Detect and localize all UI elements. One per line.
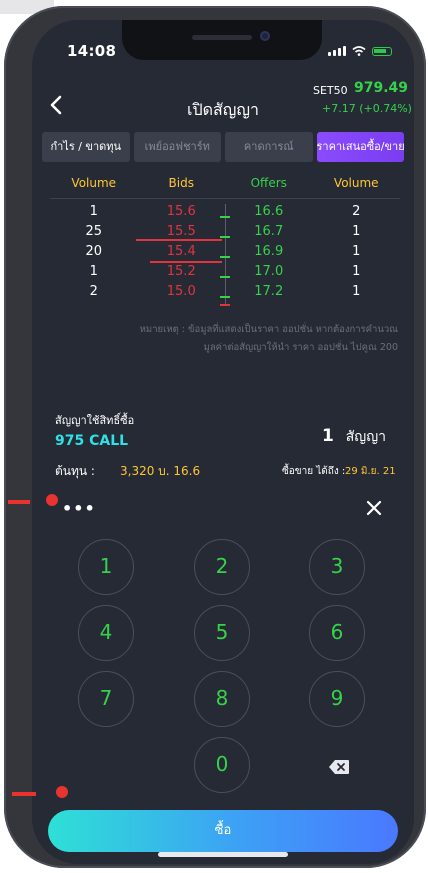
keypad-key-3[interactable]: 3 <box>309 539 365 595</box>
status-icons <box>328 46 392 56</box>
keypad-key-2[interactable]: 2 <box>194 539 250 595</box>
index-change: +7.17 (+0.74%) <box>322 102 412 115</box>
bid-volume: 1 <box>89 204 98 219</box>
price-tick-marker <box>220 296 230 298</box>
orderbook-header: Volume Bids Offers Volume <box>50 176 400 199</box>
note-line-1: หมายเหตุ : ข้อมูลที่แสดงเป็นราคา ออปชั่น… <box>139 324 398 335</box>
bid-volume: 1 <box>89 264 98 279</box>
orderbook-row[interactable]: 1 15.2 17.0 1 <box>50 262 400 282</box>
price-tick-marker <box>220 304 230 306</box>
bid-price[interactable]: 15.4 <box>138 242 226 262</box>
cost-value: 3,320 บ. 16.6 <box>120 464 201 478</box>
battery-icon <box>372 46 392 56</box>
bid-price[interactable]: 15.0 <box>138 282 226 302</box>
bid-price[interactable]: 15.6 <box>138 202 226 222</box>
tab-bar: กำไร / ขาดทุน เพย์ออฟชาร์ท คาดการณ์ ราคา… <box>42 132 404 162</box>
expiry-label: ซื้อขาย ได้ถึง : <box>282 466 346 477</box>
index-name: SET50 <box>313 84 348 97</box>
keypad-key-6[interactable]: 6 <box>309 605 365 661</box>
price-tick-marker <box>220 236 230 238</box>
contract-quantity: 1 สัญญา <box>322 426 386 448</box>
offer-volume: 1 <box>352 264 361 279</box>
status-time: 14:08 <box>67 42 117 60</box>
bid-price[interactable]: 15.2 <box>138 262 226 282</box>
bid-volume: 2 <box>89 284 98 299</box>
annotation-marker-dot <box>56 786 68 798</box>
orderbook-row[interactable]: 25 15.5 16.7 1 <box>50 222 400 242</box>
disclaimer-note: หมายเหตุ : ข้อมูลที่แสดงเป็นราคา ออปชั่น… <box>52 321 398 357</box>
cost-label: ต้นทุน : <box>55 464 95 478</box>
more-dots-icon[interactable]: ••• <box>62 499 96 518</box>
annotation-marker-dot <box>46 494 58 506</box>
keypad-key-5[interactable]: 5 <box>194 605 250 661</box>
close-icon[interactable] <box>365 499 383 517</box>
offer-volume: 1 <box>352 284 361 299</box>
price-tick-marker <box>220 276 230 278</box>
offer-price[interactable]: 16.9 <box>225 242 313 262</box>
keypad-key-1[interactable]: 1 <box>78 539 134 595</box>
quantity-number: 1 <box>322 426 334 446</box>
bid-volume: 20 <box>85 244 103 259</box>
annotation-marker-line <box>12 792 36 796</box>
offer-price[interactable]: 16.7 <box>225 222 313 242</box>
tab-payoff-chart[interactable]: เพย์ออฟชาร์ท <box>133 132 221 162</box>
camera-icon <box>260 31 270 41</box>
speaker-grille <box>192 35 252 40</box>
contract-type-label: สัญญาใช้สิทธิ์ซื้อ <box>55 414 135 427</box>
offer-volume: 2 <box>352 204 361 219</box>
offer-price[interactable]: 16.6 <box>225 202 313 222</box>
offer-price[interactable]: 17.0 <box>225 262 313 282</box>
orderbook-row[interactable]: 2 15.0 17.2 1 <box>50 282 400 302</box>
bid-volume: 25 <box>85 224 103 239</box>
offer-volume: 1 <box>352 244 361 259</box>
keypad-key-4[interactable]: 4 <box>78 605 134 661</box>
keypad-key-7[interactable]: 7 <box>78 671 134 727</box>
backspace-icon[interactable] <box>328 759 350 775</box>
keypad-key-9[interactable]: 9 <box>309 671 365 727</box>
tab-bid-offer[interactable]: ราคาเสนอซื้อ/ขาย <box>316 132 404 162</box>
app-screen: 14:08 เปิดสัญญา SET50 979.49 +7.17 (+0.7… <box>32 20 414 864</box>
bid-strike-line <box>136 239 222 241</box>
header-offers: Offers <box>250 176 287 190</box>
keypad-key-8[interactable]: 8 <box>194 671 250 727</box>
price-tick-marker <box>220 256 230 258</box>
home-indicator[interactable] <box>158 852 288 857</box>
header-volume-right: Volume <box>333 176 379 190</box>
quantity-unit: สัญญา <box>345 429 387 445</box>
buy-button[interactable]: ซื้อ <box>48 810 398 852</box>
orderbook-row[interactable]: 1 15.6 16.6 2 <box>50 202 400 222</box>
annotation-marker-line <box>8 500 30 504</box>
phone-notch <box>122 20 322 60</box>
note-line-2: มูลค่าต่อสัญญาให้นำ ราคา ออปชั่น ไปคูณ 2… <box>203 342 398 353</box>
offer-volume: 1 <box>352 224 361 239</box>
expiry-value: 29 มิ.ย. 21 <box>345 466 396 477</box>
index-value: 979.49 <box>354 80 409 96</box>
header-volume-left: Volume <box>71 176 117 190</box>
tab-profit-loss[interactable]: กำไร / ขาดทุน <box>42 132 130 162</box>
orderbook-row[interactable]: 20 15.4 16.9 1 <box>50 242 400 262</box>
offer-price[interactable]: 17.2 <box>225 282 313 302</box>
contract-name: 975 CALL <box>55 433 129 449</box>
phone-frame: 14:08 เปิดสัญญา SET50 979.49 +7.17 (+0.7… <box>4 6 426 868</box>
signal-icon <box>328 46 346 56</box>
wifi-icon <box>352 46 366 56</box>
price-tick-marker <box>220 216 230 218</box>
keypad-key-0[interactable]: 0 <box>194 737 250 793</box>
tab-forecast[interactable]: คาดการณ์ <box>225 132 313 162</box>
bid-strike-line <box>150 261 222 263</box>
header-bids: Bids <box>168 176 194 190</box>
